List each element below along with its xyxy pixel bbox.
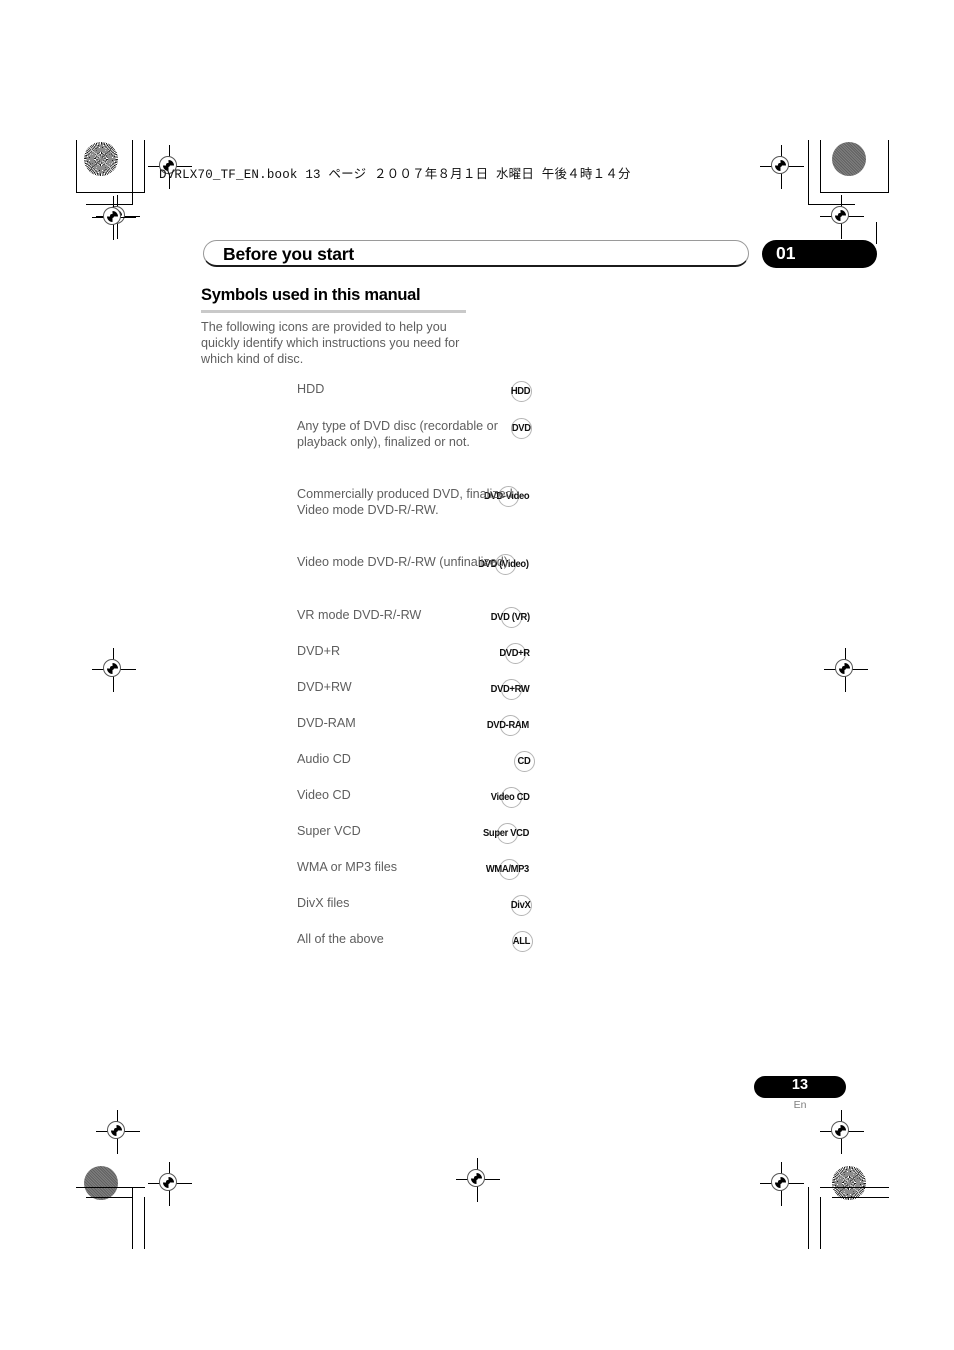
disc-type-description: WMA or MP3 files <box>297 860 398 874</box>
chapter-tab-leader-line <box>876 222 878 244</box>
chapter-title: Before you start <box>223 244 354 264</box>
disc-type-description: Audio CD <box>297 752 351 766</box>
solid-dot-top-right <box>832 142 866 176</box>
disc-type-description: Video CD <box>297 788 351 802</box>
disc-type-description: DVD+RW <box>297 680 352 694</box>
registration-mark-top-right-inner <box>760 145 804 189</box>
manual-page: DVRLX70_TF_EN.book 13 ページ ２００７年８月１日 水曜日 … <box>0 0 954 1350</box>
disc-type-description: DivX files <box>297 896 350 910</box>
page-number: 13 <box>791 1077 809 1093</box>
chapter-number-tab: 01 <box>762 240 877 268</box>
disc-type-description: DVD-RAM <box>297 716 356 730</box>
solid-dot-bottom-left <box>84 1166 118 1200</box>
section-underline-rule <box>201 310 466 313</box>
disc-type-description: Video mode DVD-R/-RW (unfinalized) <box>297 555 508 569</box>
disc-type-description: All of the above <box>297 932 384 946</box>
chapter-number: 01 <box>776 243 796 263</box>
section-title: Symbols used in this manual <box>201 286 421 304</box>
registration-mark-bottom-right-outer <box>820 1110 864 1154</box>
registration-mark-right-middle <box>824 648 868 692</box>
disc-type-description: Commercially produced DVD, finalized Vid… <box>297 487 513 518</box>
registration-mark-top-right-outer <box>820 195 864 239</box>
disc-type-description: Super VCD <box>297 824 361 838</box>
registration-mark-top-left-edge <box>92 196 136 240</box>
registration-mark-left-middle <box>92 648 136 692</box>
section-intro-paragraph: The following icons are provided to help… <box>201 320 460 367</box>
print-header-line: DVRLX70_TF_EN.book 13 ページ ２００７年８月１日 水曜日 … <box>159 168 631 182</box>
page-number-tab: 13 <box>754 1076 846 1098</box>
registration-mark-bottom-left-outer <box>148 1162 192 1206</box>
page-language-code: En <box>793 1099 807 1111</box>
registration-mark-bottom-right-inner <box>760 1162 804 1206</box>
star-target-top-left <box>84 142 118 176</box>
disc-type-description: DVD+R <box>297 644 341 658</box>
chapter-header-bar: Before you start <box>203 240 749 267</box>
star-target-bottom-right <box>832 1166 866 1200</box>
registration-mark-bottom-center <box>456 1158 500 1202</box>
disc-type-description: HDD <box>297 382 325 396</box>
disc-type-description: Any type of DVD disc (recordable or play… <box>297 419 498 450</box>
disc-type-description: VR mode DVD-R/-RW <box>297 608 422 622</box>
registration-mark-bottom-left-inner <box>96 1110 140 1154</box>
